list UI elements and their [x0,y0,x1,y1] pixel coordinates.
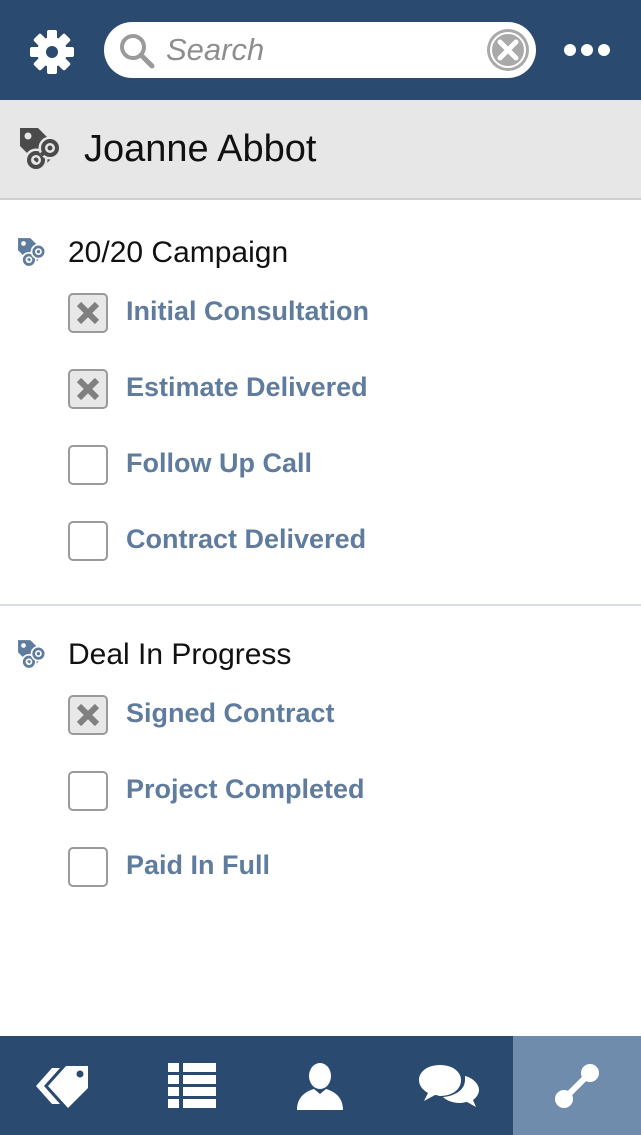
checked-x-icon [76,703,100,727]
tag-link-icon [18,640,47,670]
task-label[interactable]: Follow Up Call [126,448,312,479]
search-input[interactable] [166,30,476,70]
task-checkbox[interactable] [68,695,108,735]
task-item[interactable]: Project Completed [0,758,641,834]
task-label[interactable]: Paid In Full [126,850,270,881]
group-header: 20/20 Campaign [0,220,641,280]
chat-icon [418,1064,479,1107]
tags-icon [36,1065,89,1108]
checked-x-icon [76,377,100,401]
gear-icon[interactable] [28,28,76,76]
tab-list[interactable] [128,1036,256,1135]
link-icon [554,1063,599,1108]
group-divider [0,604,641,606]
task-label[interactable]: Estimate Delivered [126,372,368,403]
task-item[interactable]: Follow Up Call [0,432,641,508]
tab-chat[interactable] [385,1036,513,1135]
task-checkbox[interactable] [68,521,108,561]
checked-x-icon [76,301,100,325]
tag-link-icon [20,128,62,172]
tab-contact[interactable] [256,1036,384,1135]
task-label[interactable]: Contract Delivered [126,524,366,555]
task-item[interactable]: Estimate Delivered [0,356,641,432]
bottom-tab-bar [0,1036,641,1135]
contact-header: Joanne Abbot [0,100,641,200]
task-label[interactable]: Initial Consultation [126,296,369,327]
task-label[interactable]: Signed Contract [126,698,335,729]
task-checkbox[interactable] [68,847,108,887]
more-options-icon[interactable] [562,40,612,60]
search-icon [120,34,155,69]
task-item[interactable]: Signed Contract [0,682,641,758]
task-checkbox[interactable] [68,771,108,811]
task-label[interactable]: Project Completed [126,774,365,805]
list-icon [168,1062,217,1108]
task-checkbox[interactable] [68,369,108,409]
group-title: 20/20 Campaign [68,236,289,269]
task-group-deal: Deal In Progress Signed Contract Project… [0,622,641,910]
group-title: Deal In Progress [68,638,292,671]
tab-link[interactable] [512,1036,641,1135]
contact-icon [297,1062,344,1110]
top-bar [0,0,641,100]
task-checkbox[interactable] [68,445,108,485]
task-checkbox[interactable] [68,293,108,333]
contact-name: Joanne Abbot [84,128,317,170]
clear-search-icon[interactable] [486,28,530,72]
task-group-campaign: 20/20 Campaign Initial Consultation Esti… [0,220,641,584]
group-header: Deal In Progress [0,622,641,682]
task-item[interactable]: Initial Consultation [0,280,641,356]
task-item[interactable]: Paid In Full [0,834,641,910]
tab-tags[interactable] [0,1036,128,1135]
search-bar[interactable] [104,22,536,78]
tag-link-icon [18,238,47,268]
task-item[interactable]: Contract Delivered [0,508,641,584]
